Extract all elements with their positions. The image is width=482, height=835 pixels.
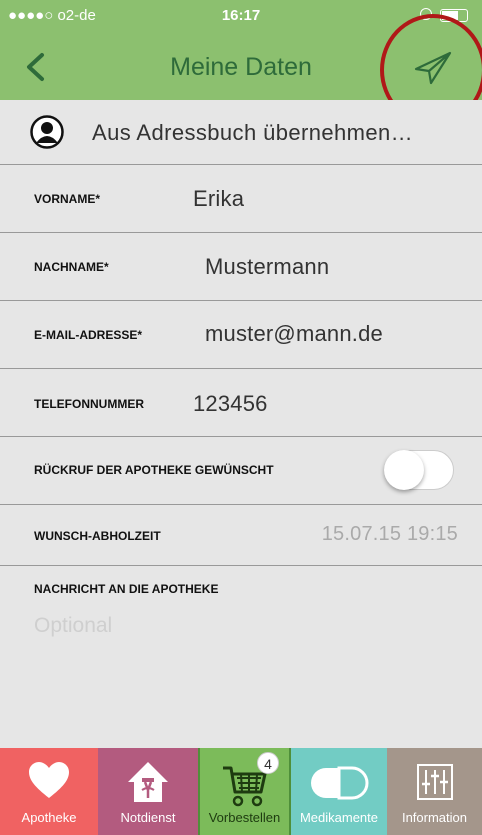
tab-medikamente[interactable]: Medikamente bbox=[291, 748, 387, 835]
toggle-knob bbox=[384, 450, 424, 490]
vorname-row[interactable]: VORNAME* Erika bbox=[0, 165, 482, 233]
rueckruf-toggle[interactable] bbox=[384, 450, 454, 490]
message-field[interactable]: NACHRICHT AN DIE APOTHEKE Optional bbox=[0, 566, 482, 748]
abholzeit-value[interactable]: 15.07.15 19:15 bbox=[322, 523, 458, 546]
tab-label-information: Information bbox=[401, 810, 468, 825]
nachname-label: NACHNAME* bbox=[34, 260, 109, 274]
cart-badge: 4 bbox=[257, 752, 279, 774]
email-input[interactable]: muster@mann.de bbox=[205, 321, 383, 347]
message-placeholder[interactable]: Optional bbox=[34, 614, 112, 638]
tab-vorbestellen[interactable]: 4 Vorbestellen bbox=[198, 748, 291, 835]
address-book-button[interactable]: Aus Adressbuch übernehmen… bbox=[0, 100, 482, 165]
abholzeit-row[interactable]: WUNSCH-ABHOLZEIT 15.07.15 19:15 bbox=[0, 505, 482, 566]
abholzeit-label: WUNSCH-ABHOLZEIT bbox=[34, 529, 161, 543]
pharmacy-house-icon bbox=[128, 762, 168, 802]
tab-label-vorbestellen: Vorbestellen bbox=[208, 810, 281, 825]
tab-label-apotheke: Apotheke bbox=[21, 810, 77, 825]
telefon-row[interactable]: TELEFONNUMMER 123456 bbox=[0, 369, 482, 437]
telefon-label: TELEFONNUMMER bbox=[34, 397, 144, 411]
email-label: E-MAIL-ADRESSE* bbox=[34, 328, 143, 342]
telefon-input[interactable]: 123456 bbox=[193, 391, 268, 417]
message-label: NACHRICHT AN DIE APOTHEKE bbox=[34, 582, 219, 596]
address-book-label: Aus Adressbuch übernehmen… bbox=[92, 120, 414, 145]
tab-apotheke[interactable]: Apotheke bbox=[0, 748, 98, 835]
email-row[interactable]: E-MAIL-ADRESSE* muster@mann.de bbox=[0, 301, 482, 369]
tab-notdienst[interactable]: Notdienst bbox=[98, 748, 198, 835]
person-icon bbox=[30, 115, 64, 149]
vorname-label: VORNAME* bbox=[34, 192, 101, 206]
nachname-input[interactable]: Mustermann bbox=[205, 254, 329, 280]
tab-information[interactable]: Information bbox=[387, 748, 482, 835]
sliders-icon bbox=[416, 764, 453, 800]
nachname-row[interactable]: NACHNAME* Mustermann bbox=[0, 233, 482, 301]
pill-icon bbox=[311, 766, 369, 800]
tab-label-medikamente: Medikamente bbox=[299, 810, 379, 825]
tab-label-notdienst: Notdienst bbox=[120, 810, 176, 825]
tab-bar: Apotheke Notdienst 4 Vorbestellen Medika… bbox=[0, 748, 482, 835]
rueckruf-label: RÜCKRUF DER APOTHEKE GEWÜNSCHT bbox=[34, 463, 274, 477]
heart-icon bbox=[29, 762, 69, 798]
rueckruf-row: RÜCKRUF DER APOTHEKE GEWÜNSCHT bbox=[0, 437, 482, 505]
vorname-input[interactable]: Erika bbox=[193, 186, 244, 212]
